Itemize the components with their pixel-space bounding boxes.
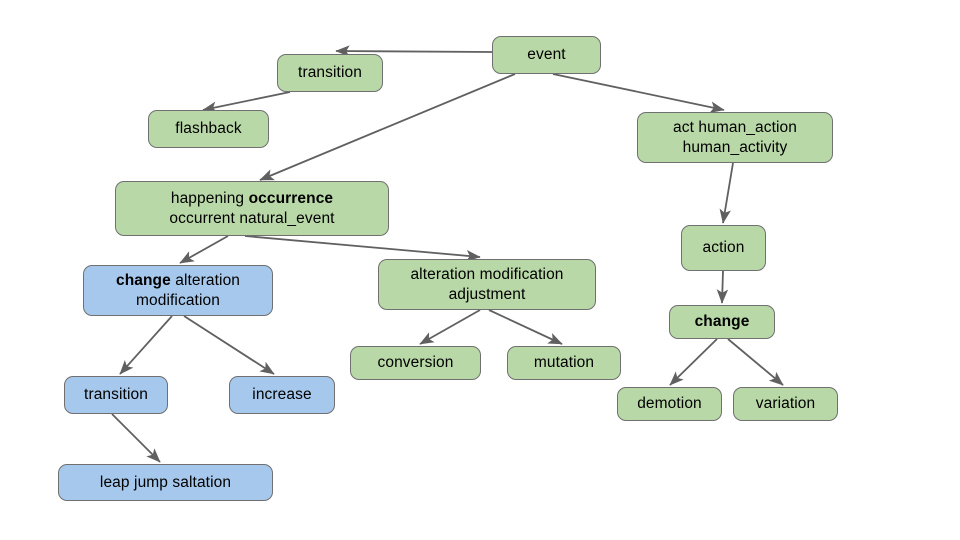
node-act-human-action[interactable]: act human_action human_activity	[637, 112, 833, 163]
node-transition-blue[interactable]: transition	[64, 376, 168, 414]
edge-alteration-modification-to-mutation	[488, 309, 563, 345]
edge-transition-top-to-flashback	[202, 91, 291, 113]
node-change-right[interactable]: change	[669, 305, 775, 339]
edge-alteration-modification-to-conversion	[419, 309, 481, 345]
node-label-mutation: mutation	[533, 354, 595, 372]
edge-change-right-to-demotion	[669, 338, 718, 386]
node-label-act-human-action: act human_action human_activity	[673, 118, 797, 156]
node-flashback[interactable]: flashback	[148, 110, 269, 148]
node-increase[interactable]: increase	[229, 376, 335, 414]
node-label-action: action	[702, 239, 745, 257]
node-mutation[interactable]: mutation	[507, 346, 621, 380]
edge-event-to-act-human-action	[552, 73, 725, 113]
node-action[interactable]: action	[681, 225, 766, 271]
node-happening[interactable]: happening occurrence occurrent natural_ev…	[115, 181, 389, 236]
edge-change-alteration-to-increase	[183, 315, 275, 375]
node-label-transition-top: transition	[298, 64, 362, 82]
node-label-alteration-modification: alteration modification adjustment	[410, 265, 564, 303]
node-label-happening: happening occurrence occurrent natural_ev…	[169, 189, 335, 227]
node-event[interactable]: event	[492, 36, 601, 74]
node-label-variation: variation	[755, 395, 816, 413]
node-leap-jump-saltation[interactable]: leap jump saltation	[58, 464, 273, 501]
diagram-canvas: event transition flashback happening occurr…	[0, 0, 960, 540]
node-alteration-modification[interactable]: alteration modification adjustment	[378, 259, 596, 310]
edge-happening-to-alteration-modification	[244, 235, 481, 262]
edge-change-right-to-variation	[727, 338, 784, 386]
node-transition-top[interactable]: transition	[277, 54, 383, 92]
edge-happening-to-change-alteration	[179, 235, 229, 264]
node-label-flashback: flashback	[175, 120, 242, 138]
node-label-conversion: conversion	[377, 354, 454, 372]
node-demotion[interactable]: demotion	[617, 387, 722, 421]
node-label-transition-blue: transition	[84, 386, 148, 404]
edge-event-to-transition-top	[335, 45, 493, 57]
edge-transition-blue-to-leap-jump-saltation	[111, 413, 161, 463]
edge-act-human-action-to-action	[719, 162, 734, 224]
node-label-change-alteration: change alteration modification	[115, 271, 241, 309]
node-label-increase: increase	[252, 386, 312, 404]
node-label-leap-jump-saltation: leap jump saltation	[99, 473, 232, 491]
node-conversion[interactable]: conversion	[350, 346, 481, 380]
node-label-demotion: demotion	[637, 395, 702, 413]
node-label-change-right: change	[694, 313, 750, 331]
node-variation[interactable]: variation	[733, 387, 838, 421]
edge-change-alteration-to-transition-blue	[119, 315, 173, 375]
node-change-alteration[interactable]: change alteration modification	[83, 265, 273, 316]
edge-action-to-change-right	[716, 270, 729, 304]
node-label-event: event	[527, 46, 566, 64]
